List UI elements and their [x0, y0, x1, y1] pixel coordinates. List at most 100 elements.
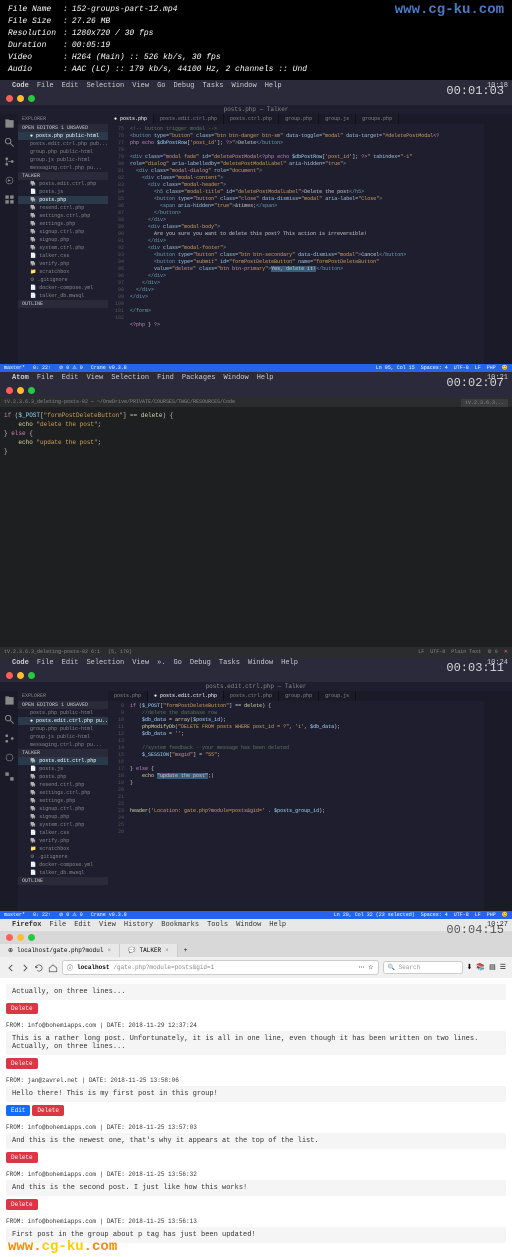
menu-file[interactable]: File — [37, 374, 54, 382]
downloads-icon[interactable]: ⬇ — [467, 963, 473, 972]
git-sync[interactable]: 0↓ 22↑ — [33, 365, 51, 371]
menu-help[interactable]: Help — [257, 374, 274, 382]
app-name[interactable]: Atom — [12, 374, 29, 382]
menu-file[interactable]: File — [49, 921, 66, 929]
search-icon[interactable] — [4, 137, 15, 148]
menu-go[interactable]: Go — [157, 82, 165, 90]
sidebar-item[interactable]: 📄 docker-compose.yml — [18, 284, 108, 292]
browser-tab[interactable]: 💬 TALKER × — [120, 944, 178, 957]
code-editor[interactable]: 7576777879808182838485868788899091929394… — [108, 124, 512, 364]
menu-history[interactable]: History — [124, 921, 153, 929]
atom-tab-active[interactable]: tV.2.3.6.3... — [461, 399, 508, 407]
cursor-position[interactable]: Ln 95, Col 15 — [376, 365, 415, 371]
debug-icon[interactable] — [4, 752, 15, 763]
menu-file[interactable]: File — [37, 659, 54, 667]
sidebar-item[interactable]: group.js public-html — [18, 156, 108, 164]
url-bar[interactable]: ⓘ localhost/gate.php?module=posts&gid=1 … — [62, 960, 379, 975]
sidebar-item[interactable]: posts.edit.ctrl.php pub... — [18, 140, 108, 148]
encoding[interactable]: UTF-8 — [454, 912, 469, 918]
feedback-icon[interactable]: 😊 — [502, 912, 508, 918]
encoding[interactable]: UTF-8 — [430, 649, 445, 655]
sidebar-item[interactable]: group.php public-html — [18, 148, 108, 156]
sidebar-item[interactable]: 🐘 posts.php — [18, 196, 108, 204]
sidebar-item[interactable]: 📁 scratchbox — [18, 268, 108, 276]
sidebar-item[interactable]: 🐘 signup.php — [18, 236, 108, 244]
menu-debug[interactable]: Debug — [173, 82, 194, 90]
extensions-icon[interactable] — [4, 771, 15, 782]
menu-find[interactable]: Find — [157, 374, 174, 382]
menu-tasks[interactable]: Tasks — [202, 82, 223, 90]
language-mode[interactable]: Plain Text — [451, 649, 481, 655]
menu-view[interactable]: View — [132, 82, 149, 90]
sidebar-item[interactable]: 📄 docker-compose.yml — [18, 861, 108, 869]
sidebar-item[interactable]: ● posts.php public-html — [18, 132, 108, 140]
git-branch[interactable]: master* — [4, 912, 25, 918]
delete-button[interactable]: Delete — [6, 1152, 38, 1163]
language-mode[interactable]: PHP — [487, 365, 496, 371]
explorer-icon[interactable] — [4, 118, 15, 129]
info-icon[interactable]: ⓘ — [67, 963, 73, 972]
project-section[interactable]: TALKER — [18, 172, 108, 180]
tab[interactable]: posts.edit.ctrl.php — [154, 114, 224, 124]
sidebar-item[interactable]: posts.php public-html — [18, 709, 108, 717]
tab[interactable]: group.php — [279, 691, 319, 701]
sidebar-item[interactable]: 📄 talker.css — [18, 829, 108, 837]
menu-view[interactable]: View — [86, 374, 103, 382]
menu-file[interactable]: File — [37, 82, 54, 90]
sidebar-item[interactable]: ● posts.edit.ctrl.php pu... — [18, 717, 108, 725]
menu-selection[interactable]: Selection — [86, 659, 124, 667]
encoding[interactable]: UTF-8 — [454, 365, 469, 371]
sidebar-item[interactable]: group.php public-html — [18, 725, 108, 733]
close-icon[interactable]: ✕ — [504, 649, 508, 655]
delete-button[interactable]: Delete — [6, 1199, 38, 1210]
menu-selection[interactable]: Selection — [111, 374, 149, 382]
eol[interactable]: LF — [475, 365, 481, 371]
sidebar-item[interactable]: 📄 posts.js — [18, 765, 108, 773]
cursor-position[interactable]: Ln 20, Col 32 (23 selected) — [334, 912, 415, 918]
deprecation-cop[interactable]: ⚙ 0 — [487, 649, 497, 655]
maximize-window-icon[interactable] — [28, 672, 35, 679]
indent[interactable]: Spaces: 4 — [421, 912, 448, 918]
sidebar-item[interactable]: 🐘 signup.ctrl.php — [18, 805, 108, 813]
git-sync[interactable]: 0↓ 22↑ — [33, 912, 51, 918]
git-icon[interactable] — [4, 156, 15, 167]
tab[interactable]: group.php — [279, 114, 319, 124]
search-box[interactable]: 🔍 Search — [383, 961, 463, 974]
crane-ext[interactable]: Crane v0.3.8 — [91, 365, 127, 371]
tab[interactable]: groups.php — [356, 114, 399, 124]
eol[interactable]: LF — [418, 649, 424, 655]
atom-code-editor[interactable]: if ($_POST["formPostDeleteButton"] == de… — [0, 407, 512, 647]
sidebar-item[interactable]: 🐘 verify.php — [18, 837, 108, 845]
debug-icon[interactable] — [4, 175, 15, 186]
outline-section[interactable]: OUTLINE — [18, 300, 108, 308]
delete-button[interactable]: Delete — [6, 1003, 38, 1014]
open-editors-section[interactable]: OPEN EDITORS 1 UNSAVED — [18, 124, 108, 132]
menu-help[interactable]: Help — [281, 659, 298, 667]
menu-view[interactable]: View — [99, 921, 116, 929]
code-editor[interactable]: 891011121314151617181920212223242526 if … — [108, 701, 512, 911]
menu-help[interactable]: Help — [269, 921, 286, 929]
menu-icon[interactable]: ☰ — [500, 963, 506, 972]
new-tab-button[interactable]: + — [178, 944, 194, 957]
tab[interactable]: group.js — [319, 114, 356, 124]
menu-view[interactable]: View — [132, 659, 149, 667]
menu-edit[interactable]: Edit — [62, 374, 79, 382]
minimap[interactable] — [484, 701, 512, 911]
sidebar-item[interactable]: 🐘 posts.edit.ctrl.php — [18, 180, 108, 188]
sidebar-item[interactable]: 🐘 verify.php — [18, 260, 108, 268]
forward-icon[interactable] — [20, 963, 30, 973]
close-window-icon[interactable] — [6, 672, 13, 679]
code-content[interactable]: if ($_POST["formPostDeleteButton"] == de… — [128, 701, 484, 911]
close-window-icon[interactable] — [6, 95, 13, 102]
sidebar-item[interactable]: 🐘 settings.php — [18, 220, 108, 228]
sidebar-item[interactable]: group.js public-html — [18, 733, 108, 741]
problems[interactable]: ⊘ 0 ⚠ 0 — [59, 365, 83, 371]
close-tab-icon[interactable]: × — [107, 947, 111, 954]
menu-selection[interactable]: Selection — [86, 82, 124, 90]
git-branch[interactable]: master* — [4, 365, 25, 371]
maximize-window-icon[interactable] — [28, 95, 35, 102]
sidebar-item[interactable]: ⚙ .gitignore — [18, 276, 108, 284]
back-icon[interactable] — [6, 963, 16, 973]
maximize-window-icon[interactable] — [28, 387, 35, 394]
sidebar-item[interactable]: 📁 scratchbox — [18, 845, 108, 853]
